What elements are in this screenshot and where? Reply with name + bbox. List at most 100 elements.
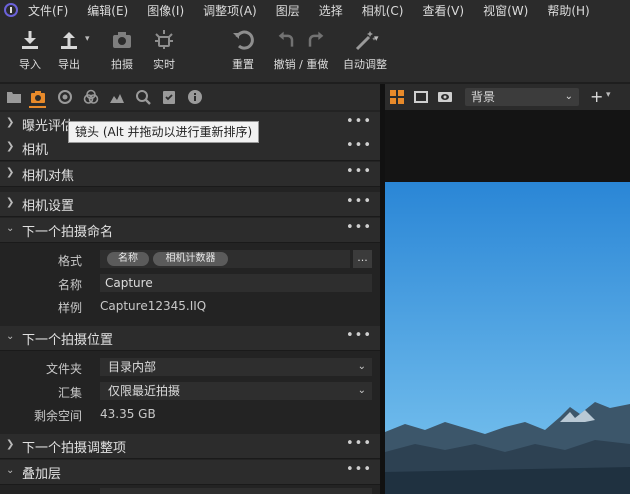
metadata-tab-icon[interactable] bbox=[161, 89, 177, 105]
active-tab-indicator bbox=[29, 106, 46, 108]
section-camera-focus[interactable]: ❯ 相机对焦 ••• bbox=[0, 162, 380, 187]
more-options-icon[interactable]: ••• bbox=[346, 138, 372, 153]
collection-select[interactable]: 仅限最近拍摄 ⌄ bbox=[100, 382, 372, 400]
sample-value: Capture12345.IIQ bbox=[100, 299, 207, 313]
section-title: 相机设置 bbox=[22, 199, 75, 214]
chevron-right-icon: ❯ bbox=[6, 197, 15, 208]
live-view-button[interactable]: 实时 bbox=[152, 28, 176, 72]
exposure-tab-icon[interactable] bbox=[109, 89, 125, 105]
section-title: 下一个拍摄调整项 bbox=[22, 441, 127, 456]
section-title: 相机 bbox=[22, 143, 49, 158]
chevron-down-icon: ⌄ bbox=[6, 465, 15, 476]
menu-view[interactable]: 查看(V) bbox=[423, 2, 465, 19]
export-caret-icon[interactable]: ▾ bbox=[85, 34, 90, 44]
name-label: 名称 bbox=[57, 278, 82, 292]
info-tab-icon[interactable] bbox=[187, 89, 203, 105]
section-title: 下一个拍摄命名 bbox=[22, 225, 114, 240]
collection-select-value: 仅限最近拍摄 bbox=[108, 384, 181, 398]
layer-select[interactable]: 背景 ⌄ bbox=[465, 88, 579, 106]
folder-icon[interactable] bbox=[6, 89, 22, 105]
sample-label: 样例 bbox=[57, 301, 82, 315]
section-camera-settings[interactable]: ❯ 相机设置 ••• bbox=[0, 192, 380, 217]
photo-thumbnail[interactable] bbox=[385, 182, 630, 494]
menu-edit[interactable]: 编辑(E) bbox=[87, 2, 128, 19]
token-name[interactable]: 名称 bbox=[107, 252, 149, 266]
grid-view-icon[interactable] bbox=[390, 90, 404, 104]
capture-button[interactable]: 拍摄 bbox=[110, 28, 134, 72]
section-overlay[interactable]: ⌄ 叠加层 ••• bbox=[0, 460, 380, 485]
reset-icon bbox=[233, 30, 254, 50]
chevron-down-icon: ⌄ bbox=[357, 385, 366, 396]
export-label: 导出 bbox=[58, 58, 80, 71]
add-layer-button[interactable]: + bbox=[590, 87, 603, 106]
single-view-icon[interactable] bbox=[414, 90, 428, 104]
import-icon bbox=[22, 31, 38, 49]
menu-bar: 文件(F) 编辑(E) 图像(I) 调整项(A) 图层 选择 相机(C) 查看(… bbox=[0, 0, 630, 20]
folder-select-value: 目录内部 bbox=[108, 360, 157, 374]
more-options-icon[interactable]: ••• bbox=[346, 220, 372, 235]
reset-button[interactable]: 重置 bbox=[231, 28, 255, 72]
chevron-down-icon: ⌄ bbox=[6, 331, 15, 342]
section-title: 下一个拍摄位置 bbox=[22, 333, 114, 348]
name-field[interactable]: Capture bbox=[100, 274, 372, 292]
tooltip: 镜头 (Alt 并拖动以进行重新排序) bbox=[68, 121, 260, 143]
image-viewer[interactable] bbox=[385, 110, 630, 494]
more-options-icon[interactable]: ••• bbox=[346, 164, 372, 179]
camera-tab-icon[interactable] bbox=[30, 89, 46, 105]
free-space-label: 剩余空间 bbox=[33, 409, 82, 423]
color-tab-icon[interactable] bbox=[83, 89, 99, 105]
chevron-right-icon: ❯ bbox=[6, 117, 15, 128]
more-options-icon[interactable]: ••• bbox=[346, 194, 372, 209]
import-button[interactable]: 导入 bbox=[18, 28, 42, 72]
app-logo-icon[interactable] bbox=[4, 3, 18, 17]
live-view-icon bbox=[155, 30, 173, 49]
section-title: 叠加层 bbox=[22, 467, 62, 482]
more-options-icon[interactable]: ••• bbox=[346, 436, 372, 451]
lens-tab-icon[interactable] bbox=[57, 89, 73, 105]
layer-select-value: 背景 bbox=[471, 90, 496, 104]
more-options-icon[interactable]: ••• bbox=[346, 114, 372, 129]
eye-icon[interactable] bbox=[438, 90, 452, 104]
overlay-field[interactable] bbox=[100, 488, 372, 494]
details-tab-icon[interactable] bbox=[135, 89, 151, 105]
menu-adjustments[interactable]: 调整项(A) bbox=[203, 2, 257, 19]
more-options-icon[interactable]: ••• bbox=[346, 328, 372, 343]
chevron-down-icon: ⌄ bbox=[357, 361, 366, 372]
menu-select[interactable]: 选择 bbox=[319, 2, 343, 19]
chevron-right-icon: ❯ bbox=[6, 141, 15, 152]
collection-label: 汇集 bbox=[57, 386, 82, 400]
menu-camera[interactable]: 相机(C) bbox=[362, 2, 404, 19]
chevron-right-icon: ❯ bbox=[6, 167, 15, 178]
export-icon bbox=[61, 32, 77, 49]
format-label: 格式 bbox=[57, 254, 82, 268]
menu-help[interactable]: 帮助(H) bbox=[547, 2, 589, 19]
chevron-right-icon: ❯ bbox=[6, 439, 15, 450]
token-camera-counter[interactable]: 相机计数器 bbox=[153, 252, 228, 266]
auto-adjust-caret-icon[interactable]: ▾ bbox=[374, 34, 379, 44]
menu-window[interactable]: 视窗(W) bbox=[483, 2, 528, 19]
export-button[interactable]: 导出 bbox=[57, 28, 81, 72]
more-options-icon[interactable]: ••• bbox=[346, 462, 372, 477]
live-view-label: 实时 bbox=[153, 58, 175, 71]
viewer-toolbar: 背景 ⌄ + ▾ bbox=[385, 84, 630, 110]
capture-label: 拍摄 bbox=[111, 58, 133, 71]
add-layer-caret-icon[interactable]: ▾ bbox=[606, 90, 611, 100]
section-next-capture-location[interactable]: ⌄ 下一个拍摄位置 ••• bbox=[0, 326, 380, 351]
auto-adjust-button[interactable]: 自动调整 bbox=[343, 28, 387, 72]
import-label: 导入 bbox=[19, 58, 41, 71]
section-title: 相机对焦 bbox=[22, 169, 75, 184]
chevron-down-icon: ⌄ bbox=[6, 223, 15, 234]
undo-redo-button[interactable]: 撤销 / 重做 bbox=[272, 28, 330, 72]
menu-layers[interactable]: 图层 bbox=[276, 2, 300, 19]
camera-icon bbox=[113, 32, 131, 48]
format-edit-button[interactable]: ... bbox=[353, 250, 372, 268]
undo-icon bbox=[278, 31, 294, 47]
menu-image[interactable]: 图像(I) bbox=[147, 2, 184, 19]
folder-select[interactable]: 目录内部 ⌄ bbox=[100, 358, 372, 376]
section-next-capture-naming[interactable]: ⌄ 下一个拍摄命名 ••• bbox=[0, 218, 380, 243]
redo-icon bbox=[308, 31, 324, 47]
section-next-capture-adjustments[interactable]: ❯ 下一个拍摄调整项 ••• bbox=[0, 434, 380, 459]
section-title: 曝光评估 bbox=[22, 119, 75, 134]
free-space-value: 43.35 GB bbox=[100, 407, 156, 421]
menu-file[interactable]: 文件(F) bbox=[28, 2, 68, 19]
